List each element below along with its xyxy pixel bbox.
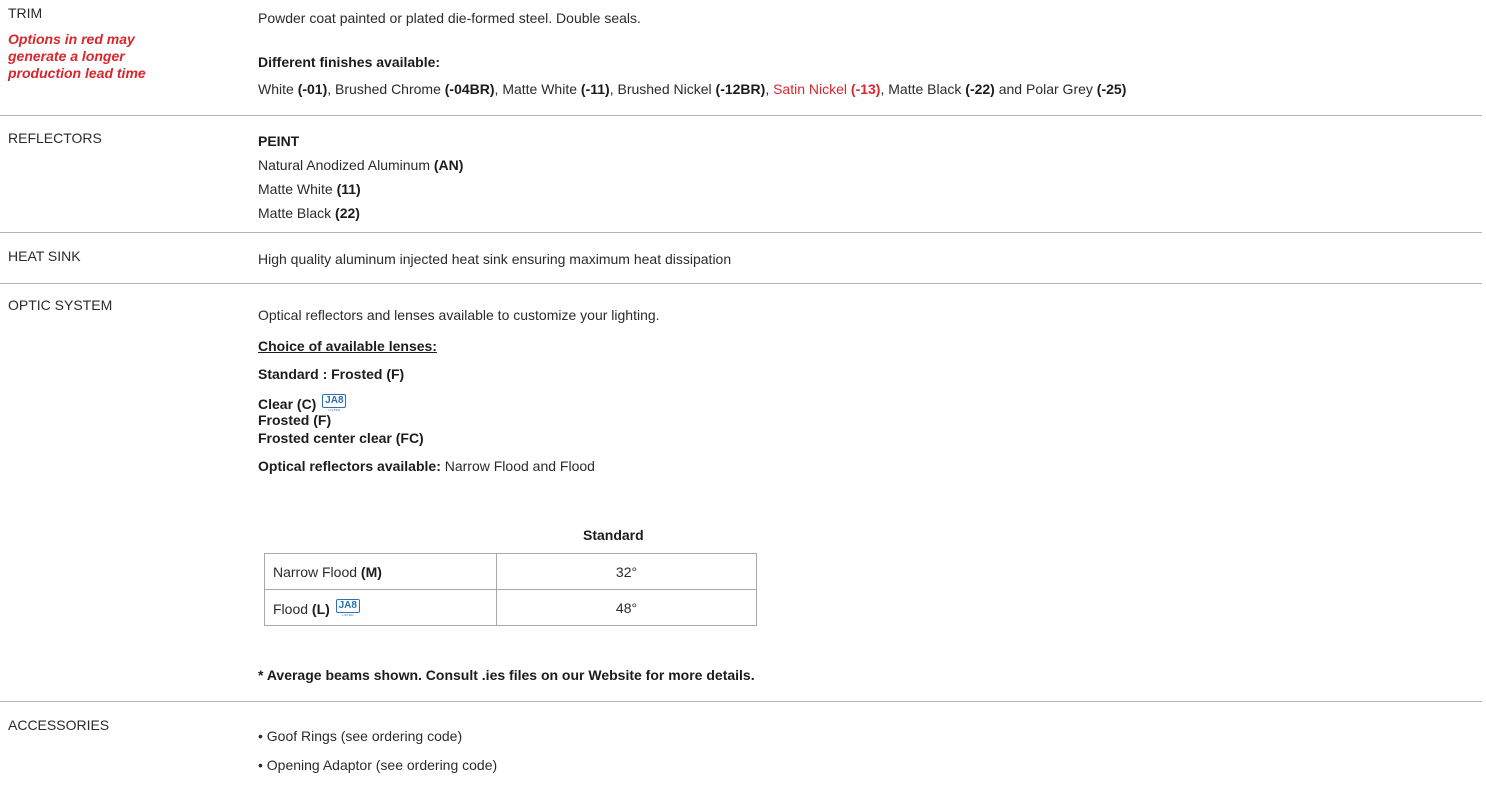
section-divider <box>0 232 1482 233</box>
finishes-list: White (-01), Brushed Chrome (-04BR), Mat… <box>258 81 1126 98</box>
beam-angle-cell: 32° <box>496 553 757 590</box>
finish-name: Brushed Nickel <box>617 81 716 97</box>
section-divider <box>0 283 1482 284</box>
finish-code: (-04BR) <box>444 81 495 97</box>
reflector-item: Natural Anodized Aluminum (AN) <box>258 157 464 173</box>
table-row: Narrow Flood (M) 32° <box>264 553 757 590</box>
reflector-item: Matte Black (22) <box>258 205 360 221</box>
finish-name: Brushed Chrome <box>335 81 445 97</box>
reflector-item: Matte White (11) <box>258 181 361 197</box>
standard-lens: Standard : Frosted (F) <box>258 366 405 382</box>
finish-name: White <box>258 81 298 97</box>
lead-time-note-line1: Options in red may <box>8 31 135 47</box>
accessory-item: • Goof Rings (see ordering code) <box>258 728 463 744</box>
accessories-label: ACCESSORIES <box>8 717 110 733</box>
optical-reflectors-available: Optical reflectors available: Narrow Flo… <box>258 458 595 474</box>
finish-code: (-22) <box>965 81 995 97</box>
beam-table-header: Standard <box>583 527 644 543</box>
beam-name-cell: Flood (L) JA8 LISTED <box>264 589 497 626</box>
finish-name: Matte White <box>502 81 581 97</box>
finish-option: Polar Grey (-25) <box>1026 81 1126 97</box>
finish-name: Satin Nickel <box>773 81 851 97</box>
lens-frosted-center-clear: Frosted center clear (FC) <box>258 430 424 446</box>
finish-option: Satin Nickel (-13) <box>773 81 880 97</box>
ja8-listed-icon: JA8 LISTED <box>335 598 360 617</box>
lead-time-note-line2: generate a longer <box>8 48 125 64</box>
finish-code: (-11) <box>580 81 610 97</box>
finish-code: (-13) <box>850 81 881 97</box>
finish-option: White (-01) <box>258 81 327 97</box>
trim-label: TRIM <box>8 5 43 21</box>
finish-separator: , <box>765 81 774 97</box>
reflectors-heading: PEINT <box>258 133 300 149</box>
finish-option: Matte White (-11) <box>502 81 609 97</box>
finish-code: (-01) <box>297 81 328 97</box>
finish-code: (-25) <box>1096 81 1127 97</box>
section-divider <box>0 115 1482 116</box>
finishes-heading: Different finishes available: <box>258 54 441 70</box>
finish-name: Polar Grey <box>1025 81 1097 97</box>
table-row: Flood (L) JA8 LISTED 48° <box>264 589 757 626</box>
finish-option: Brushed Nickel (-12BR) <box>617 81 765 97</box>
accessory-item: • Opening Adaptor (see ordering code) <box>258 757 498 773</box>
heat-sink-description: High quality aluminum injected heat sink… <box>258 251 732 267</box>
beam-angle-cell: 48° <box>496 589 757 626</box>
finish-separator: and <box>994 81 1026 97</box>
finish-name: Matte Black <box>888 81 966 97</box>
optic-system-label: OPTIC SYSTEM <box>8 297 113 313</box>
lens-clear: Clear (C) JA8 LISTED <box>258 394 347 413</box>
lenses-heading: Choice of available lenses: <box>258 338 437 354</box>
beam-angle-table: Narrow Flood (M) 32° Flood (L) JA8 LISTED … <box>264 553 757 626</box>
lens-frosted: Frosted (F) <box>258 412 332 428</box>
reflectors-label: REFLECTORS <box>8 130 102 146</box>
ja8-listed-icon: JA8 LISTED <box>322 394 347 412</box>
finish-option: Matte Black (-22) <box>888 81 995 97</box>
lead-time-note-line3: production lead time <box>8 65 146 81</box>
finish-separator: , <box>327 81 336 97</box>
optic-description: Optical reflectors and lenses available … <box>258 307 660 323</box>
finish-option: Brushed Chrome (-04BR) <box>335 81 495 97</box>
trim-description: Powder coat painted or plated die-formed… <box>258 10 641 26</box>
section-divider <box>0 701 1482 702</box>
beam-footnote: * Average beams shown. Consult .ies file… <box>258 667 755 683</box>
beam-name-cell: Narrow Flood (M) <box>264 553 497 590</box>
finish-code: (-12BR) <box>715 81 766 97</box>
heat-sink-label: HEAT SINK <box>8 248 81 264</box>
